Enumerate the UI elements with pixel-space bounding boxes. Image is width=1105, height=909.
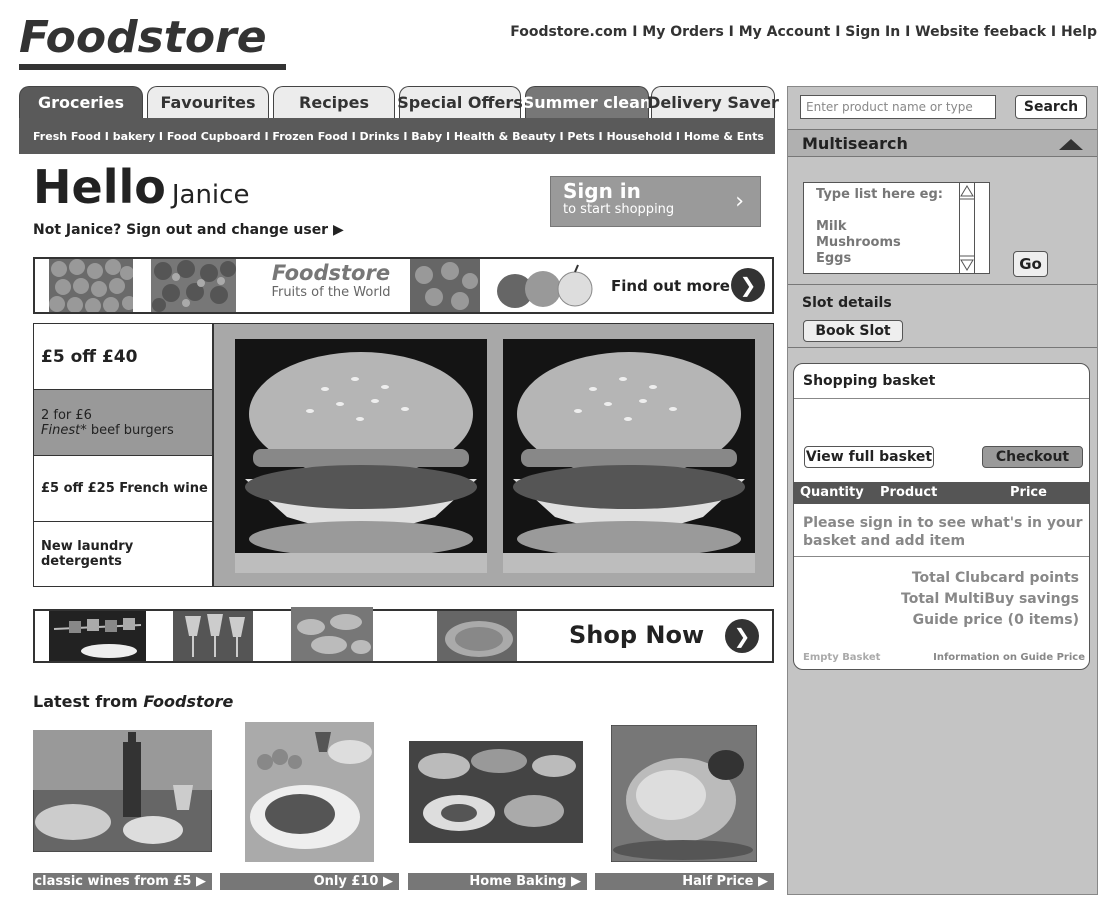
offer-item[interactable]: £5 off £40 — [34, 324, 212, 390]
scrollbar[interactable] — [959, 183, 975, 273]
kebab-image — [49, 611, 146, 661]
search-button[interactable]: Search — [1015, 95, 1087, 119]
greeting: Hello Janice — [33, 160, 249, 214]
collapse-icon[interactable] — [1059, 139, 1083, 150]
tab-summer-clean[interactable]: Summer clean — [523, 86, 651, 118]
logo-underline — [19, 64, 286, 70]
fruit-image — [151, 259, 236, 312]
latest-label: Latest from — [33, 692, 138, 711]
go-button[interactable]: Go — [1013, 251, 1048, 277]
fruits-banner[interactable]: Foodstore Fruits of the World Find out m… — [33, 257, 774, 314]
scroll-arrows-icon — [960, 185, 974, 271]
offer-item[interactable]: £5 off £25 French wine — [34, 456, 212, 522]
baking-tarts-image[interactable] — [409, 741, 583, 843]
category-nav[interactable]: Fresh Food I bakery I Food Cupboard I Fr… — [19, 118, 775, 154]
find-out-more-link[interactable]: Find out more — [611, 277, 730, 295]
guide-price: Guide price (0 items) — [912, 612, 1079, 628]
multisearch-text: Type list here eg: Milk Mushrooms Eggs — [816, 187, 943, 266]
offer-label: New laundry detergents — [41, 539, 134, 569]
offer-detail: * beef burgers — [80, 422, 174, 438]
view-full-basket-button[interactable]: View full basket — [804, 446, 934, 468]
slot-details: Slot details Book Slot — [788, 284, 1097, 348]
total-multibuy-savings: Total MultiBuy savings — [901, 591, 1079, 607]
divider — [794, 556, 1089, 557]
ham-platter-image[interactable] — [245, 722, 374, 862]
book-slot-button[interactable]: Book Slot — [803, 320, 903, 342]
multisearch-title: Multisearch — [802, 134, 908, 153]
caption-home-baking[interactable]: Home Baking ▶ — [408, 873, 587, 890]
fruit-image — [410, 259, 480, 312]
change-user-link[interactable]: Not Janice? Sign out and change user ▶ — [33, 222, 344, 238]
col-quantity: Quantity — [800, 485, 864, 500]
sign-in-button[interactable]: Sign in to start shopping › — [550, 176, 761, 227]
multisearch-header[interactable]: Multisearch — [788, 129, 1097, 157]
tab-special-offers[interactable]: Special Offers — [397, 86, 523, 118]
offer-item[interactable]: 2 for £6 Finest* beef burgers — [34, 390, 212, 456]
search-input[interactable]: Enter product name or type — [800, 95, 996, 119]
latest-brand: Foodstore — [143, 692, 234, 711]
col-product: Product — [880, 485, 938, 500]
sign-in-title: Sign in — [563, 179, 641, 203]
logo[interactable]: Foodstore — [19, 12, 267, 63]
offer-label: £5 off £25 French wine — [41, 481, 208, 496]
sign-in-subtitle: to start shopping — [563, 202, 675, 217]
checkout-button[interactable]: Checkout — [982, 446, 1083, 468]
banner-title: Foodstore Fruits of the World — [251, 261, 411, 301]
pie-image — [437, 611, 517, 661]
wine-cheese-image[interactable] — [33, 730, 212, 852]
burger-image — [235, 339, 487, 573]
arrow-right-icon[interactable]: ❯ — [725, 619, 759, 653]
user-name: Janice — [171, 180, 250, 210]
offer-item[interactable]: New laundry detergents — [34, 522, 212, 586]
banner-brand: Foodstore — [271, 261, 391, 285]
offer-brand: Finest — [41, 422, 81, 438]
fruit-image — [493, 259, 597, 312]
tab-groceries[interactable]: Groceries — [19, 86, 143, 118]
shop-now-label[interactable]: Shop Now — [569, 621, 704, 649]
caption-wines[interactable]: classic wines from £5 ▶ — [33, 873, 212, 890]
multisearch-textarea[interactable]: Type list here eg: Milk Mushrooms Eggs — [803, 182, 990, 274]
basket-footer: Empty Basket Information on Guide Price — [803, 652, 1085, 663]
arrow-right-icon[interactable]: ❯ — [731, 268, 765, 302]
main-tabs: Groceries Favourites Recipes Special Off… — [19, 86, 779, 118]
burger-image — [503, 339, 755, 573]
caption-half-price[interactable]: Half Price ▶ — [595, 873, 774, 890]
turkey-image[interactable] — [611, 725, 757, 862]
basket-message: Please sign in to see what's in your bas… — [803, 515, 1083, 549]
tab-delivery-saver[interactable]: Delivery Saver — [647, 86, 779, 118]
caption-only-ten[interactable]: Only £10 ▶ — [220, 873, 399, 890]
wine-glasses-image — [173, 611, 253, 661]
hello-text: Hello — [33, 160, 166, 214]
tab-recipes[interactable]: Recipes — [273, 86, 395, 118]
col-price: Price — [1010, 485, 1047, 500]
offer-label: £5 off £40 — [41, 346, 138, 367]
offers-list: £5 off £40 2 for £6 Finest* beef burgers… — [33, 323, 213, 587]
shopping-basket: Shopping basket View full basket Checkou… — [793, 363, 1090, 670]
chevron-right-icon: › — [735, 189, 744, 214]
slot-label: Slot details — [802, 295, 892, 311]
total-clubcard-points: Total Clubcard points — [911, 570, 1079, 586]
top-links[interactable]: Foodstore.com I My Orders I My Account I… — [510, 24, 1097, 40]
basket-table-header: Quantity Product Price — [794, 482, 1089, 504]
shop-now-banner[interactable]: Shop Now ❯ — [33, 607, 774, 663]
basket-title: Shopping basket — [794, 364, 1089, 399]
guide-price-info-link[interactable]: Information on Guide Price — [933, 652, 1085, 663]
empty-basket-link[interactable]: Empty Basket — [803, 652, 880, 663]
basket-totals: Total Clubcard points Total MultiBuy sav… — [901, 568, 1079, 631]
latest-heading: Latest from Foodstore — [33, 692, 233, 711]
fruit-image — [49, 259, 133, 312]
offer-feature[interactable] — [213, 323, 774, 587]
sidebar: Enter product name or type Search Multis… — [787, 86, 1098, 895]
banner-subtitle: Fruits of the World — [271, 285, 391, 300]
tab-favourites[interactable]: Favourites — [147, 86, 269, 118]
food-platter-image — [291, 607, 373, 661]
offer-label: 2 for £6 — [41, 407, 92, 423]
